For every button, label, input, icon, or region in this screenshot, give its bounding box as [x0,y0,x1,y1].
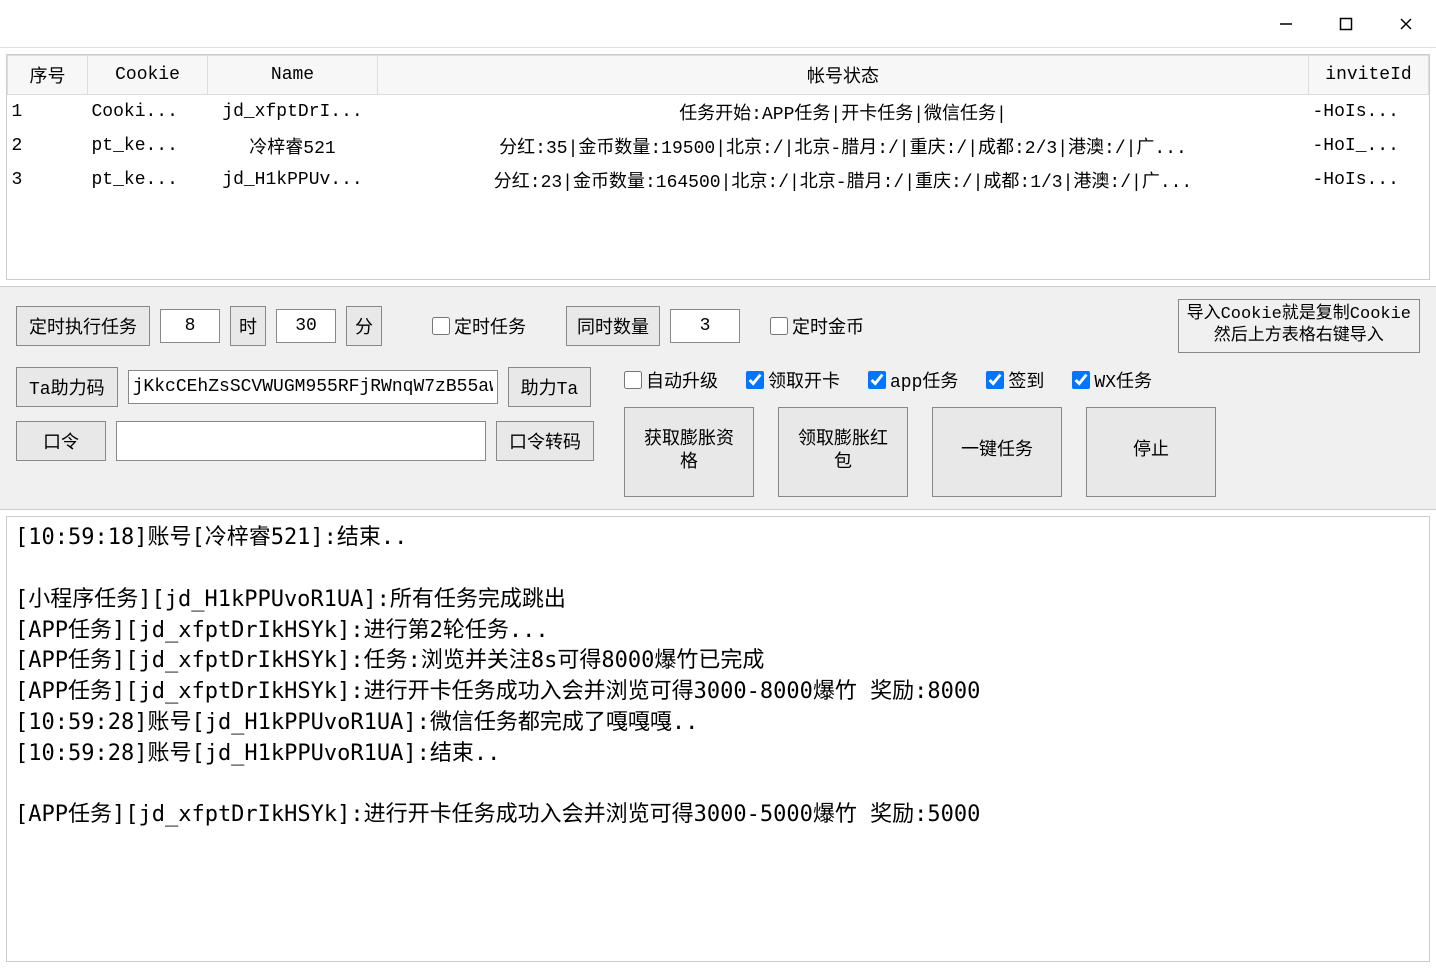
cell-seq: 1 [8,95,88,130]
log-output[interactable]: [10:59:18]账号[冷梓睿521]:结束.. [小程序任务][jd_H1k… [7,517,1429,961]
close-button[interactable] [1376,0,1436,48]
cell-name: 冷梓睿521 [208,129,378,163]
help-code-input[interactable] [128,370,498,404]
import-hint: 导入Cookie就是复制Cookie 然后上方表格右键导入 [1178,299,1420,353]
cell-name: jd_xfptDrI... [208,95,378,130]
col-inviteid[interactable]: inviteId [1309,56,1429,95]
accounts-table[interactable]: 序号 Cookie Name 帐号状态 inviteId 1Cooki...jd… [6,54,1430,280]
minute-label[interactable]: 分 [346,306,382,346]
one-key-task-button[interactable]: 一键任务 [932,407,1062,497]
col-status[interactable]: 帐号状态 [378,56,1309,95]
cell-inviteid: -HoI_... [1309,129,1429,163]
minute-input[interactable] [276,309,336,343]
app-task-checkbox[interactable]: app任务 [868,367,958,393]
cell-inviteid: -HoIs... [1309,163,1429,197]
command-convert-button[interactable]: 口令转码 [496,421,594,461]
concurrent-label: 同时数量 [566,306,660,346]
cell-status: 分红:35|金币数量:19500|北京:/|北京-腊月:/|重庆:/|成都:2/… [378,129,1309,163]
col-cookie[interactable]: Cookie [88,56,208,95]
timed-coin-checkbox[interactable]: 定时金币 [770,313,864,339]
cell-status: 分红:23|金币数量:164500|北京:/|北京-腊月:/|重庆:/|成都:1… [378,163,1309,197]
col-name[interactable]: Name [208,56,378,95]
cell-status: 任务开始:APP任务|开卡任务|微信任务| [378,95,1309,130]
cell-cookie: Cooki... [88,95,208,130]
maximize-button[interactable] [1316,0,1376,48]
table-row[interactable]: 3pt_ke...jd_H1kPPUv...分红:23|金币数量:164500|… [8,163,1429,197]
cell-name: jd_H1kPPUv... [208,163,378,197]
ta-help-code-button[interactable]: Ta助力码 [16,367,118,407]
minimize-button[interactable] [1256,0,1316,48]
hour-label[interactable]: 时 [230,306,266,346]
auto-upgrade-checkbox[interactable]: 自动升级 [624,367,718,393]
get-expand-qualify-button[interactable]: 获取膨胀资 格 [624,407,754,497]
col-seq[interactable]: 序号 [8,56,88,95]
cell-inviteid: -HoIs... [1309,95,1429,130]
table-row[interactable]: 2pt_ke...冷梓睿521分红:35|金币数量:19500|北京:/|北京-… [8,129,1429,163]
titlebar [0,0,1436,48]
get-card-checkbox[interactable]: 领取开卡 [746,367,840,393]
wx-task-checkbox[interactable]: WX任务 [1072,367,1152,393]
concurrent-input[interactable] [670,309,740,343]
command-button[interactable]: 口令 [16,421,106,461]
hour-input[interactable] [160,309,220,343]
timed-task-checkbox[interactable]: 定时任务 [432,313,526,339]
log-panel: [10:59:18]账号[冷梓睿521]:结束.. [小程序任务][jd_H1k… [6,516,1430,962]
command-input[interactable] [116,421,486,461]
signin-checkbox[interactable]: 签到 [986,367,1044,393]
controls-panel: 定时执行任务 时 分 定时任务 同时数量 定时金币 导入Cookie就是复制Co… [0,286,1436,510]
timed-exec-button[interactable]: 定时执行任务 [16,306,150,346]
table-row[interactable]: 1Cooki...jd_xfptDrI...任务开始:APP任务|开卡任务|微信… [8,95,1429,130]
cell-cookie: pt_ke... [88,163,208,197]
help-ta-button[interactable]: 助力Ta [508,367,592,407]
cell-seq: 2 [8,129,88,163]
cell-cookie: pt_ke... [88,129,208,163]
cell-seq: 3 [8,163,88,197]
receive-expand-redpack-button[interactable]: 领取膨胀红 包 [778,407,908,497]
stop-button[interactable]: 停止 [1086,407,1216,497]
